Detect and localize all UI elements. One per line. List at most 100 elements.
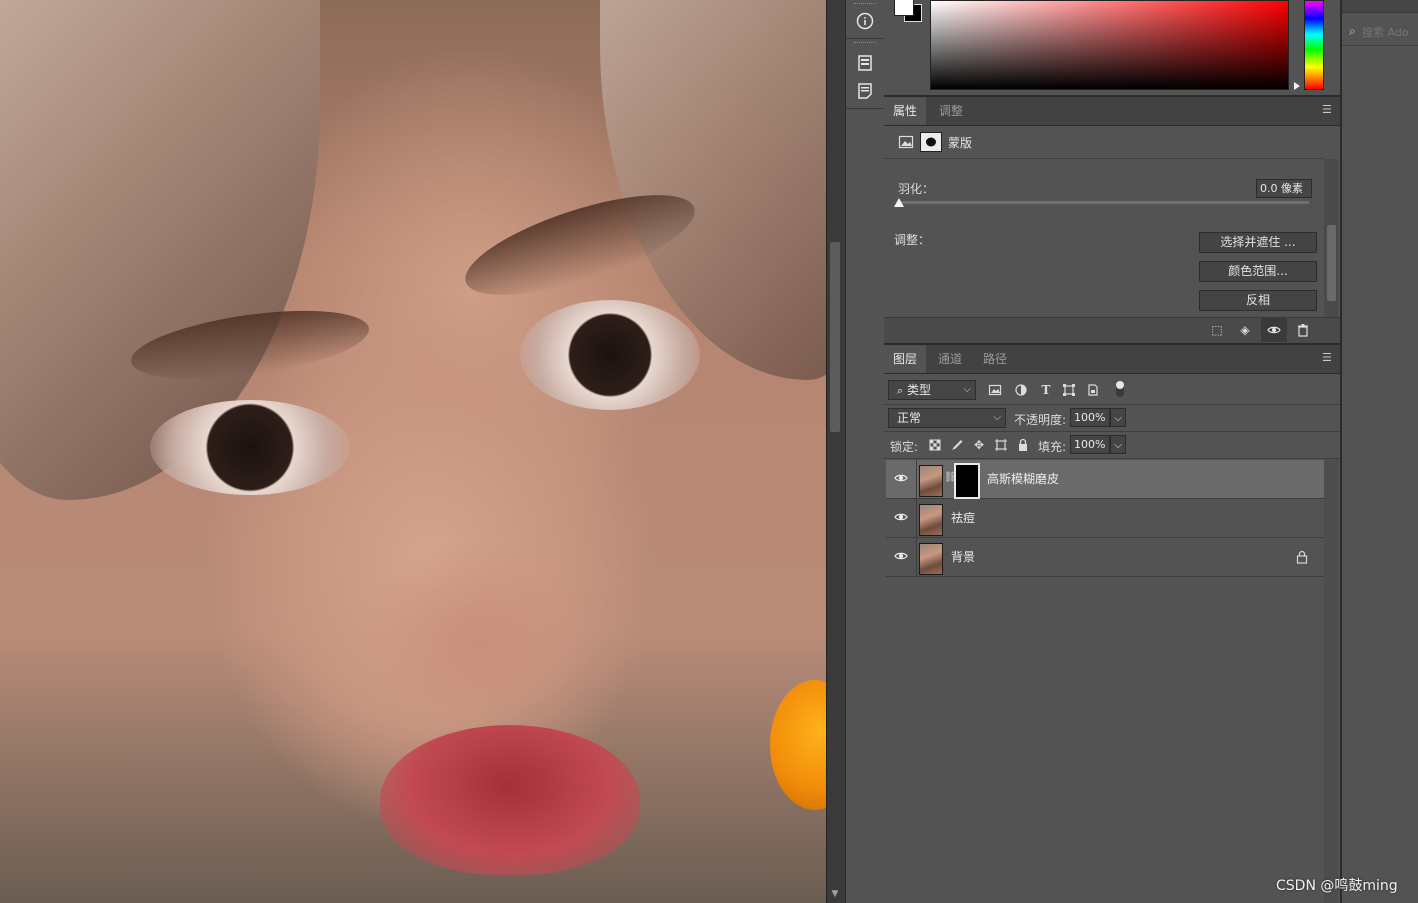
layers-divider — [884, 458, 1340, 459]
tab-properties[interactable]: 属性 — [884, 97, 927, 125]
search-strip-divider — [1342, 45, 1418, 46]
chevron-down-icon: ⌵ — [963, 384, 971, 395]
select-and-mask-button[interactable]: 选择并遮住 ... — [1199, 232, 1317, 253]
blend-mode-value: 正常 — [897, 411, 922, 425]
feather-value-field[interactable]: 0.0 像素 — [1256, 179, 1312, 198]
smart-object-filter-icon[interactable] — [1086, 383, 1100, 397]
feather-slider-track[interactable] — [898, 201, 1309, 204]
layer-filter-kind-select[interactable]: ⌕ 类型 ⌵ — [888, 380, 976, 400]
layer-row[interactable]: 背景 — [886, 538, 1324, 577]
mask-label: 蒙版 — [948, 136, 973, 150]
tab-adjustments[interactable]: 调整 — [930, 97, 972, 125]
foreground-color-swatch[interactable] — [894, 0, 914, 16]
eye-icon[interactable] — [894, 510, 908, 524]
lock-all-icon[interactable] — [1016, 438, 1030, 452]
pixel-mask-icon[interactable] — [898, 134, 914, 150]
search-icon: ⌕ — [897, 384, 904, 397]
eye-icon[interactable] — [894, 549, 908, 563]
visibility-column-divider — [916, 460, 917, 498]
strip-grip — [854, 3, 876, 6]
visibility-column-divider — [916, 499, 917, 537]
tab-channels[interactable]: 通道 — [929, 345, 971, 373]
document-icon[interactable] — [855, 53, 875, 73]
panel-icon-strip — [845, 0, 885, 903]
hue-slider-marker[interactable] — [1294, 82, 1300, 90]
blend-mode-select[interactable]: 正常 ⌵ — [888, 408, 1006, 428]
strip-grip — [854, 42, 876, 45]
eye-icon[interactable] — [1267, 323, 1281, 337]
invert-button[interactable]: 反相 — [1199, 290, 1317, 311]
opacity-field[interactable]: 100% — [1070, 408, 1110, 427]
canvas-scroll-thumb[interactable] — [830, 242, 840, 432]
menu-icon[interactable]: ☰ — [1322, 104, 1334, 115]
feather-slider-thumb[interactable] — [894, 198, 904, 207]
feather-label: 羽化： — [898, 182, 935, 196]
hue-slider[interactable] — [1304, 0, 1324, 90]
properties-divider — [884, 158, 1324, 159]
visibility-column-divider — [916, 538, 917, 576]
layer-mask-thumbnail[interactable] — [954, 463, 980, 499]
photo-lips — [380, 725, 640, 875]
photo-eye-right — [520, 300, 700, 410]
layers-divider — [884, 404, 1340, 405]
layer-row[interactable]: ⛓ 高斯模糊磨皮 — [886, 460, 1324, 499]
properties-tabbar: 属性 调整 ☰ — [884, 97, 1340, 126]
search-strip-header — [1342, 0, 1418, 13]
photo-nose — [360, 540, 600, 710]
layer-name[interactable]: 背景 — [951, 538, 975, 576]
image-filter-icon[interactable] — [988, 383, 1002, 397]
link-icon[interactable]: ⛓ — [944, 472, 957, 486]
layer-thumbnail[interactable] — [919, 504, 943, 536]
tab-layers[interactable]: 图层 — [884, 345, 927, 373]
properties-panel: 属性 调整 ☰ 蒙版 羽化： 0.0 像素 调整： 选择并遮住 ... 颜色范围… — [884, 97, 1340, 344]
canvas-vertical-scrollbar[interactable] — [826, 0, 845, 903]
filter-toggle-switch[interactable] — [1116, 381, 1124, 397]
scroll-down-arrow[interactable]: ▼ — [829, 889, 841, 901]
opacity-label: 不透明度: — [1014, 413, 1067, 427]
color-range-button[interactable]: 颜色范围... — [1199, 261, 1317, 282]
layer-thumbnail[interactable] — [919, 543, 943, 575]
filter-kind-value: 类型 — [907, 383, 932, 397]
shape-filter-icon[interactable] — [1062, 383, 1076, 397]
strip-divider — [846, 38, 884, 39]
fill-dropdown[interactable]: ⌵ — [1110, 435, 1126, 454]
document-canvas[interactable] — [0, 0, 826, 903]
tab-paths[interactable]: 路径 — [974, 345, 1016, 373]
color-panel — [884, 0, 1340, 95]
color-picker-field[interactable] — [930, 0, 1289, 90]
filter-toggle-knob — [1116, 381, 1124, 389]
chevron-down-icon: ⌵ — [993, 412, 1001, 423]
properties-scroll-thumb[interactable] — [1327, 225, 1336, 301]
layer-mask-icon[interactable] — [920, 132, 942, 152]
adjust-label: 调整： — [894, 233, 931, 247]
layer-name[interactable]: 祛痘 — [951, 499, 975, 537]
notes-icon[interactable] — [855, 81, 875, 101]
layer-thumbnail[interactable] — [919, 465, 943, 497]
type-filter-icon[interactable]: T — [1039, 383, 1053, 397]
photo-eye-left — [150, 400, 350, 495]
search-input[interactable] — [1362, 24, 1416, 40]
search-icon: ⌕ — [1349, 24, 1356, 38]
eye-icon[interactable] — [894, 471, 908, 485]
lock-artboard-icon[interactable] — [994, 438, 1008, 452]
lock-image-pixels-icon[interactable] — [950, 438, 964, 452]
info-icon[interactable] — [855, 11, 875, 31]
fill-label: 填充: — [1038, 440, 1067, 454]
chevron-down-icon: ⌵ — [1114, 413, 1122, 424]
lock-transparent-pixels-icon[interactable] — [928, 438, 942, 452]
fill-field[interactable]: 100% — [1070, 435, 1110, 454]
layer-name[interactable]: 高斯模糊磨皮 — [987, 460, 1059, 498]
lock-label: 锁定: — [890, 440, 919, 454]
chevron-down-icon: ⌵ — [1114, 440, 1122, 451]
load-selection-icon[interactable]: ⬚ — [1210, 323, 1224, 337]
trash-icon[interactable] — [1296, 323, 1310, 337]
adjustment-filter-icon[interactable] — [1014, 383, 1028, 397]
apply-mask-icon[interactable]: ◈ — [1238, 323, 1252, 337]
layer-row[interactable]: 祛痘 — [886, 499, 1324, 538]
opacity-dropdown[interactable]: ⌵ — [1110, 408, 1126, 427]
layers-scrollbar[interactable] — [1324, 459, 1338, 903]
photo-flower — [770, 680, 826, 810]
menu-icon[interactable]: ☰ — [1322, 352, 1334, 363]
lock-position-icon[interactable]: ✥ — [972, 438, 986, 452]
strip-divider — [846, 108, 884, 109]
